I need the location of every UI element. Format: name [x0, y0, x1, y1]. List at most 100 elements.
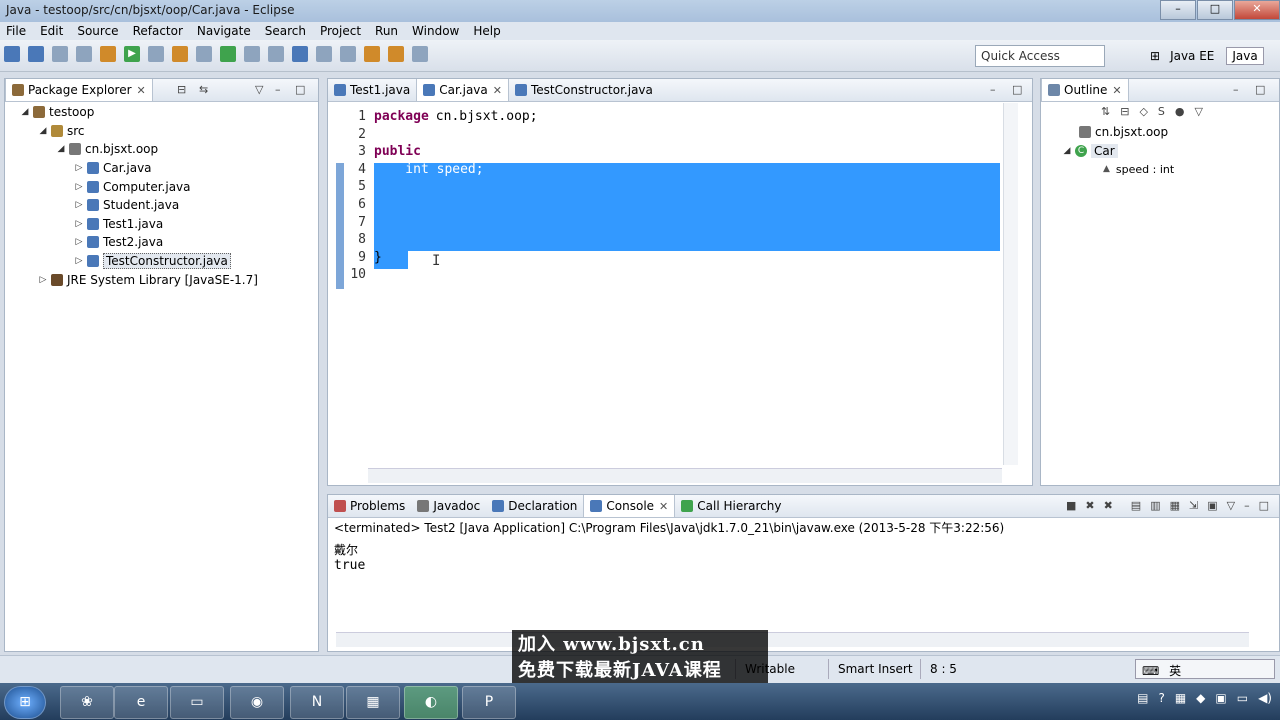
tab-call-hierarchy[interactable]: Call Hierarchy — [675, 495, 787, 517]
pin-console-icon[interactable]: ⇲ — [1189, 499, 1198, 512]
maximize-view-icon[interactable]: □ — [1255, 83, 1265, 96]
clear-console-icon[interactable]: ▤ — [1131, 499, 1141, 512]
menu-edit[interactable]: Edit — [34, 22, 71, 40]
firefox-icon[interactable]: ◉ — [230, 686, 284, 719]
maximize-view-icon[interactable]: □ — [1012, 83, 1022, 96]
tab-declaration[interactable]: Declaration — [486, 495, 583, 517]
search-icon[interactable] — [268, 46, 284, 62]
ime-language[interactable]: 英 — [1169, 664, 1181, 678]
collapsed-twisty-icon[interactable]: ▷ — [37, 275, 49, 285]
eclipse-task-icon[interactable]: ◐ — [404, 686, 458, 719]
minimize-view-icon[interactable]: – — [275, 83, 281, 96]
menu-source[interactable]: Source — [71, 22, 126, 40]
tray-icon[interactable]: ▦ — [1175, 691, 1186, 705]
start-button[interactable]: ⊞ — [4, 686, 46, 719]
editor-vertical-scrollbar[interactable] — [1003, 103, 1018, 465]
collapsed-twisty-icon[interactable]: ▷ — [73, 256, 85, 266]
code-area[interactable]: 1 package cn.bjsxt.oop; 2 3 public class Car … — [328, 103, 1032, 467]
tree-item[interactable]: ▷ Test2.java — [5, 233, 318, 252]
tray-icon[interactable]: ▤ — [1137, 691, 1148, 705]
powerpoint-icon[interactable]: P — [462, 686, 516, 719]
new-console-icon[interactable]: ▽ — [1227, 499, 1235, 512]
tab-javadoc[interactable]: Javadoc — [411, 495, 486, 517]
back-icon[interactable] — [364, 46, 380, 62]
onenote-icon[interactable]: N — [290, 686, 344, 719]
run-icon[interactable]: ▶ — [124, 46, 140, 62]
show-stdout-icon[interactable]: ▦ — [1170, 499, 1180, 512]
remove-launch-icon[interactable]: ✖ — [1085, 499, 1094, 512]
collapse-all-icon[interactable]: ⊟ — [1120, 105, 1129, 118]
pin-editor-icon[interactable] — [412, 46, 428, 62]
quick-access-input[interactable]: Quick Access — [975, 45, 1105, 67]
expanded-twisty-icon[interactable]: ◢ — [55, 144, 67, 154]
tab-console[interactable]: Console ✕ — [583, 495, 676, 517]
view-menu-icon[interactable]: ▽ — [255, 83, 263, 96]
tree-item[interactable]: ◢ testoop — [5, 103, 318, 122]
outline-item-field[interactable]: ▲ speed : int — [1041, 160, 1279, 179]
tree-item[interactable]: ◢ cn.bjsxt.oop — [5, 140, 318, 159]
menu-help[interactable]: Help — [467, 22, 508, 40]
maximize-button[interactable]: □ — [1197, 0, 1233, 20]
toggle-mark-occurrences-icon[interactable] — [292, 46, 308, 62]
tab-package-explorer[interactable]: Package Explorer ✕ — [5, 79, 153, 101]
scroll-lock-icon[interactable]: ▥ — [1150, 499, 1160, 512]
perspective-javaee[interactable]: Java EE — [1170, 49, 1214, 63]
terminate-icon[interactable]: ■ — [1066, 499, 1076, 512]
hide-nonpublic-icon[interactable]: ● — [1175, 105, 1185, 118]
editor-tab-car[interactable]: Car.java ✕ — [416, 79, 509, 101]
link-with-editor-icon[interactable]: ⇆ — [199, 83, 208, 96]
sort-icon[interactable]: ⇅ — [1101, 105, 1110, 118]
maximize-view-icon[interactable]: □ — [295, 83, 305, 96]
help-icon[interactable]: ? — [1158, 691, 1164, 705]
menu-file[interactable]: File — [0, 22, 34, 40]
save-icon[interactable] — [28, 46, 44, 62]
expanded-twisty-icon[interactable]: ◢ — [19, 107, 31, 117]
close-icon[interactable]: ✕ — [493, 84, 502, 97]
tree-item[interactable]: ▷ JRE System Library [JavaSE-1.7] — [5, 270, 318, 289]
tray-icon[interactable]: ◆ — [1196, 691, 1205, 705]
tree-item[interactable]: ▷ Student.java — [5, 196, 318, 215]
console-horizontal-scrollbar[interactable] — [336, 632, 1249, 647]
hide-static-icon[interactable]: S — [1158, 105, 1165, 118]
view-menu-icon[interactable]: ▽ — [1195, 105, 1203, 118]
collapse-all-icon[interactable]: ⊟ — [177, 83, 186, 96]
previous-annotation-icon[interactable] — [340, 46, 356, 62]
forward-icon[interactable] — [388, 46, 404, 62]
menu-refactor[interactable]: Refactor — [127, 22, 191, 40]
expanded-twisty-icon[interactable]: ◢ — [1061, 146, 1073, 156]
close-window-button[interactable]: ✕ — [1234, 0, 1280, 20]
outline-item-package[interactable]: cn.bjsxt.oop — [1041, 123, 1279, 142]
menu-project[interactable]: Project — [314, 22, 369, 40]
console-output[interactable]: <terminated> Test2 [Java Application] C:… — [334, 519, 1259, 573]
outline-item-class[interactable]: ◢ C Car — [1041, 142, 1279, 161]
close-icon[interactable]: ✕ — [1112, 84, 1121, 97]
tree-item[interactable]: ▷ TestConstructor.java — [5, 252, 318, 271]
tree-item[interactable]: ◢ src — [5, 122, 318, 141]
server-icon[interactable] — [76, 46, 92, 62]
file-explorer-icon[interactable]: ▭ — [170, 686, 224, 719]
hide-fields-icon[interactable]: ◇ — [1139, 105, 1147, 118]
menu-window[interactable]: Window — [406, 22, 467, 40]
menu-navigate[interactable]: Navigate — [191, 22, 259, 40]
editor-tab-testconstructor[interactable]: TestConstructor.java — [509, 79, 659, 101]
menu-search[interactable]: Search — [259, 22, 314, 40]
collapsed-twisty-icon[interactable]: ▷ — [73, 182, 85, 192]
close-icon[interactable]: ✕ — [659, 500, 668, 513]
editor-tab-test1[interactable]: Test1.java — [328, 79, 416, 101]
new-class-icon[interactable] — [220, 46, 236, 62]
display-console-icon[interactable]: ▣ — [1207, 499, 1217, 512]
next-annotation-icon[interactable] — [316, 46, 332, 62]
collapsed-twisty-icon[interactable]: ▷ — [73, 237, 85, 247]
tree-item[interactable]: ▷ Test1.java — [5, 215, 318, 234]
new-icon[interactable] — [4, 46, 20, 62]
open-perspective-icon[interactable]: ⊞ — [1150, 49, 1160, 63]
volume-icon[interactable]: ◀) — [1258, 691, 1272, 705]
minimize-view-icon[interactable]: – — [990, 83, 996, 96]
new-package-icon[interactable] — [196, 46, 212, 62]
tray-icon[interactable]: ▣ — [1215, 691, 1226, 705]
remove-all-terminated-icon[interactable]: ✖ — [1104, 499, 1113, 512]
internet-explorer-icon[interactable]: e — [114, 686, 168, 719]
new-java-project-icon[interactable] — [172, 46, 188, 62]
menu-run[interactable]: Run — [369, 22, 406, 40]
maximize-view-icon[interactable]: □ — [1259, 499, 1269, 512]
